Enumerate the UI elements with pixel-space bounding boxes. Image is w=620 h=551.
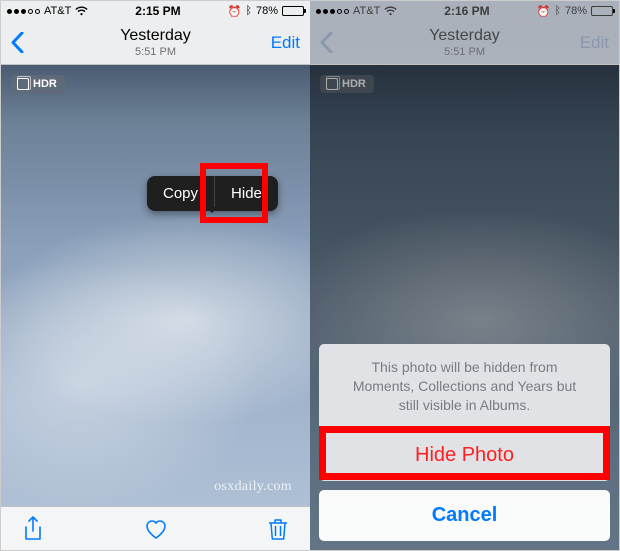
status-right: ⏰ ᛒ 78%	[228, 5, 304, 18]
chevron-left-icon	[11, 32, 24, 53]
nav-subtitle: 5:51 PM	[51, 46, 260, 59]
hdr-icon	[17, 78, 29, 90]
signal-dots-icon	[7, 9, 40, 14]
status-time: 2:16 PM	[444, 4, 489, 18]
alarm-icon: ⏰	[228, 5, 242, 18]
nav-bar: Yesterday 5:51 PM Edit	[1, 21, 310, 65]
bottom-toolbar	[1, 506, 310, 550]
sheet-group: This photo will be hidden from Moments, …	[319, 344, 610, 481]
status-right: ⏰ ᛒ 78%	[537, 5, 613, 18]
nav-title-group: Yesterday 5:51 PM	[51, 26, 260, 58]
status-left: AT&T	[7, 5, 88, 17]
nav-subtitle: 5:51 PM	[360, 46, 569, 59]
share-button[interactable]	[23, 516, 43, 542]
share-icon	[23, 516, 43, 542]
trash-button[interactable]	[268, 517, 288, 541]
left-phone: AT&T 2:15 PM ⏰ ᛒ 78% Yesterday 5:51 PM E…	[1, 1, 310, 550]
heart-icon	[144, 518, 168, 540]
nav-title: Yesterday	[51, 26, 260, 45]
screenshot-pair: AT&T 2:15 PM ⏰ ᛒ 78% Yesterday 5:51 PM E…	[0, 0, 620, 551]
edit-button[interactable]: Edit	[569, 33, 609, 53]
sheet-message: This photo will be hidden from Moments, …	[319, 344, 610, 430]
carrier-label: AT&T	[44, 5, 71, 17]
bluetooth-icon: ᛒ	[245, 5, 252, 17]
battery-pct: 78%	[256, 5, 278, 17]
chevron-left-icon	[320, 32, 333, 53]
hide-menu-item[interactable]: Hide	[215, 176, 278, 211]
bluetooth-icon: ᛒ	[554, 5, 561, 17]
nav-title: Yesterday	[360, 26, 569, 45]
cancel-button[interactable]: Cancel	[319, 490, 610, 541]
wifi-icon	[75, 6, 88, 16]
right-phone: AT&T 2:16 PM ⏰ ᛒ 78% Yesterday 5:51 PM E…	[310, 1, 619, 550]
nav-title-group: Yesterday 5:51 PM	[360, 26, 569, 58]
hdr-label: HDR	[33, 78, 57, 90]
status-bar: AT&T 2:15 PM ⏰ ᛒ 78%	[1, 1, 310, 21]
hdr-badge: HDR	[11, 75, 65, 93]
copy-menu-item[interactable]: Copy	[147, 176, 215, 211]
back-button[interactable]	[320, 32, 360, 53]
watermark: osxdaily.com	[214, 479, 292, 495]
signal-dots-icon	[316, 9, 349, 14]
carrier-label: AT&T	[353, 5, 380, 17]
battery-icon	[282, 6, 304, 16]
battery-icon	[591, 6, 613, 16]
wifi-icon	[384, 6, 397, 16]
back-button[interactable]	[11, 32, 51, 53]
status-bar: AT&T 2:16 PM ⏰ ᛒ 78%	[310, 1, 619, 21]
battery-pct: 78%	[565, 5, 587, 17]
context-menu: Copy Hide	[147, 176, 278, 211]
trash-icon	[268, 517, 288, 541]
favorite-button[interactable]	[144, 518, 168, 540]
nav-bar: Yesterday 5:51 PM Edit	[310, 21, 619, 65]
status-left: AT&T	[316, 5, 397, 17]
action-sheet: This photo will be hidden from Moments, …	[310, 344, 619, 550]
status-time: 2:15 PM	[135, 4, 180, 18]
hide-photo-button[interactable]: Hide Photo	[319, 430, 610, 481]
edit-button[interactable]: Edit	[260, 33, 300, 53]
alarm-icon: ⏰	[537, 5, 551, 18]
